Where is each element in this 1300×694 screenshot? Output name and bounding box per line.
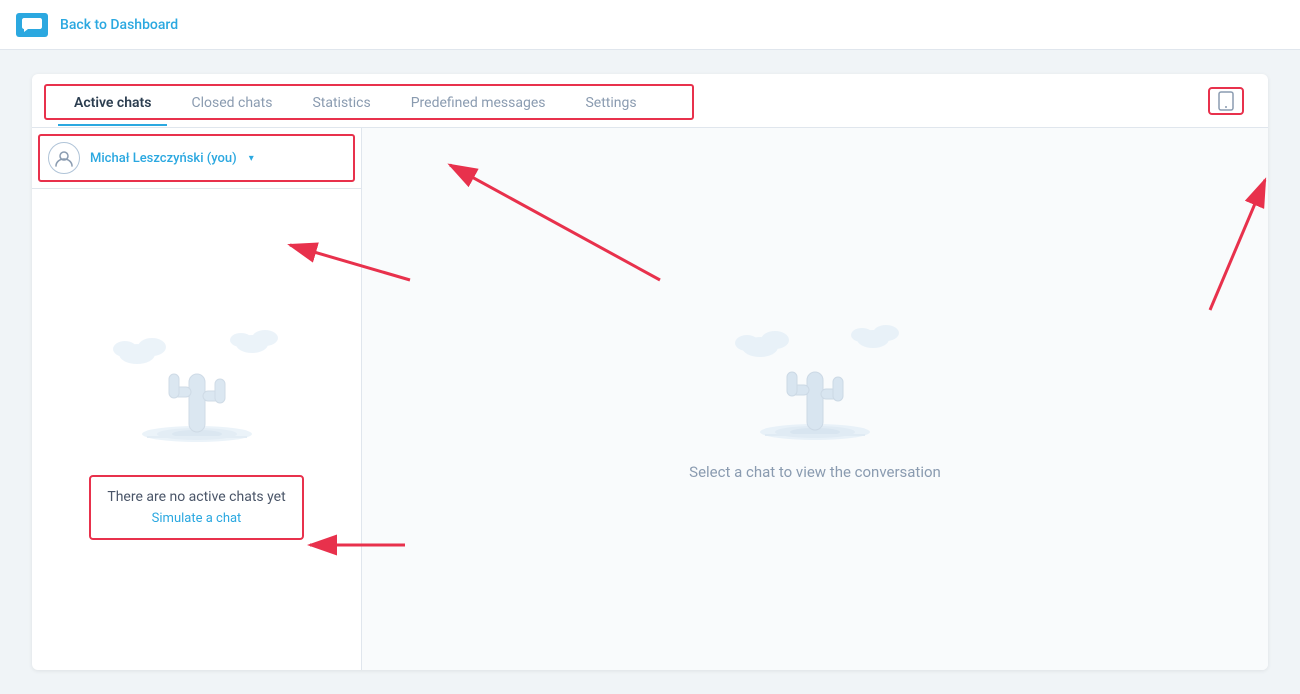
agent-avatar-icon <box>48 142 80 174</box>
no-chats-text: There are no active chats yet <box>107 489 285 505</box>
tab-closed-chats[interactable]: Closed chats <box>173 93 290 127</box>
tab-settings[interactable]: Settings <box>567 93 654 127</box>
select-chat-text: Select a chat to view the conversation <box>689 463 941 481</box>
agent-selector[interactable]: Michał Leszczyński (you) ▾ <box>32 128 361 189</box>
tabs-bar: Active chats Closed chats Statistics Pre… <box>32 74 1268 128</box>
back-to-dashboard-link[interactable]: Back to Dashboard <box>60 17 178 33</box>
left-panel: Michał Leszczyński (you) ▾ <box>32 128 362 670</box>
main-content: Active chats Closed chats Statistics Pre… <box>0 50 1300 694</box>
empty-state-left: There are no active chats yet Simulate a… <box>32 189 361 670</box>
right-panel: Select a chat to view the conversation <box>362 128 1268 670</box>
tab-active-chats[interactable]: Active chats <box>56 93 169 127</box>
tab-statistics[interactable]: Statistics <box>294 93 388 127</box>
mobile-view-button[interactable] <box>1208 87 1244 115</box>
content-row: Michał Leszczyński (you) ▾ <box>32 128 1268 670</box>
agent-name: Michał Leszczyński (you) <box>90 151 237 166</box>
topbar: Back to Dashboard <box>0 0 1300 50</box>
agent-caret-icon: ▾ <box>249 153 254 164</box>
cactus-illustration-right <box>725 317 905 447</box>
simulate-chat-link[interactable]: Simulate a chat <box>107 511 285 526</box>
tabs-list: Active chats Closed chats Statistics Pre… <box>56 74 659 127</box>
tab-predefined-messages[interactable]: Predefined messages <box>393 93 564 127</box>
main-card: Active chats Closed chats Statistics Pre… <box>32 74 1268 670</box>
cactus-illustration-left <box>107 319 287 449</box>
logo-icon <box>16 13 48 37</box>
